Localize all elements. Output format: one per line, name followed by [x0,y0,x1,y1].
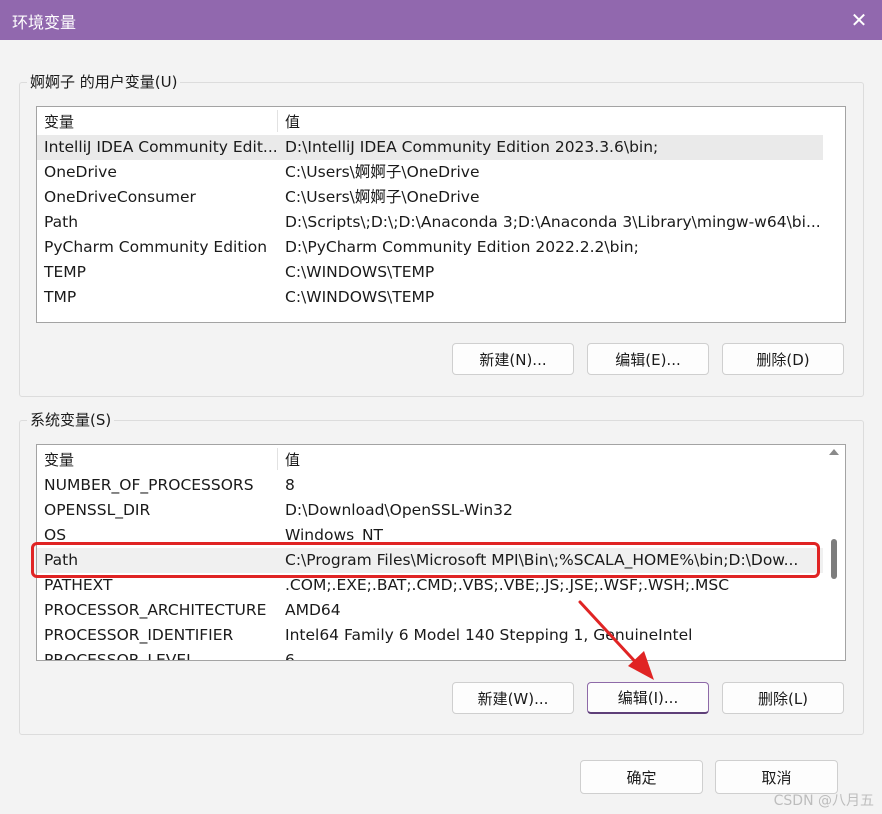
row-value: D:\IntelliJ IDEA Community Edition 2023.… [285,138,659,156]
window-title: 环境变量 [12,13,77,32]
row-value: C:\WINDOWS\TEMP [285,263,435,281]
user-edit-button[interactable]: 编辑(E)... [587,343,709,375]
table-row[interactable]: PROCESSOR_IDENTIFIER Intel64 Family 6 Mo… [37,623,823,648]
user-variables-list[interactable]: 变量 值 IntelliJ IDEA Community Edit... D:\… [36,106,846,323]
table-row[interactable]: OneDrive C:\Users\婀婀子\OneDrive [37,160,823,185]
table-row[interactable]: PROCESSOR_LEVEL 6 [37,648,823,661]
system-new-button[interactable]: 新建(W)... [452,682,574,714]
user-rows: IntelliJ IDEA Community Edit... D:\Intel… [37,135,823,310]
header-variable[interactable]: 变量 [37,445,277,473]
user-list-header: 变量 值 [37,107,823,135]
row-name: TEMP [44,263,86,281]
row-name: OneDrive [44,163,117,181]
row-name: PROCESSOR_LEVEL [44,651,195,661]
user-delete-button[interactable]: 删除(D) [722,343,844,375]
table-row[interactable]: TEMP C:\WINDOWS\TEMP [37,260,823,285]
close-icon: ✕ [850,8,868,32]
table-row[interactable]: IntelliJ IDEA Community Edit... D:\Intel… [37,135,823,160]
system-edit-button[interactable]: 编辑(I)... [587,682,709,714]
title-bar: 环境变量 ✕ [0,0,882,40]
row-name: TMP [44,288,77,306]
row-value: C:\WINDOWS\TEMP [285,288,435,306]
row-value: D:\Scripts\;D:\;D:\Anaconda 3;D:\Anacond… [285,213,821,231]
row-name: PROCESSOR_IDENTIFIER [44,626,234,644]
row-name: OneDriveConsumer [44,188,196,206]
system-list-header: 变量 值 [37,445,823,473]
row-name: IntelliJ IDEA Community Edit... [44,138,278,156]
row-value: Intel64 Family 6 Model 140 Stepping 1, G… [285,626,693,644]
annotation-highlight-box [31,542,820,578]
row-name: Path [44,213,79,231]
row-value: 6 [285,651,295,661]
table-row[interactable]: OneDriveConsumer C:\Users\婀婀子\OneDrive [37,185,823,210]
user-variables-label: 婀婀子 的用户变量(U) [27,71,181,92]
scroll-thumb[interactable] [831,539,837,579]
row-name: PyCharm Community Edition [44,238,268,256]
table-row[interactable]: NUMBER_OF_PROCESSORS 8 [37,473,823,498]
ok-button[interactable]: 确定 [580,760,703,794]
row-value: C:\Users\婀婀子\OneDrive [285,188,480,206]
row-name: NUMBER_OF_PROCESSORS [44,476,254,494]
header-variable[interactable]: 变量 [37,107,277,135]
row-value: D:\Download\OpenSSL-Win32 [285,501,513,519]
table-row[interactable]: Path D:\Scripts\;D:\;D:\Anaconda 3;D:\An… [37,210,823,235]
cancel-button[interactable]: 取消 [715,760,838,794]
system-list-scrollbar[interactable] [823,445,845,660]
row-value: C:\Users\婀婀子\OneDrive [285,163,480,181]
table-row[interactable]: PyCharm Community Edition D:\PyCharm Com… [37,235,823,260]
system-variables-label: 系统变量(S) [27,409,115,430]
table-row[interactable]: TMP C:\WINDOWS\TEMP [37,285,823,310]
table-row[interactable]: OPENSSL_DIR D:\Download\OpenSSL-Win32 [37,498,823,523]
row-value: 8 [285,476,295,494]
chevron-up-icon[interactable] [829,449,839,455]
row-value: D:\PyCharm Community Edition 2022.2.2\bi… [285,238,639,256]
header-value[interactable]: 值 [278,445,823,473]
user-new-button[interactable]: 新建(N)... [452,343,574,375]
close-button[interactable]: ✕ [836,0,882,40]
system-delete-button[interactable]: 删除(L) [722,682,844,714]
row-name: PROCESSOR_ARCHITECTURE [44,601,267,619]
row-name: OPENSSL_DIR [44,501,151,519]
header-value[interactable]: 值 [278,107,823,135]
watermark: CSDN @八月五 [773,793,874,809]
row-value: AMD64 [285,601,341,619]
table-row[interactable]: PROCESSOR_ARCHITECTURE AMD64 [37,598,823,623]
user-variables-group: 婀婀子 的用户变量(U) 变量 值 IntelliJ IDEA Communit… [19,71,864,397]
